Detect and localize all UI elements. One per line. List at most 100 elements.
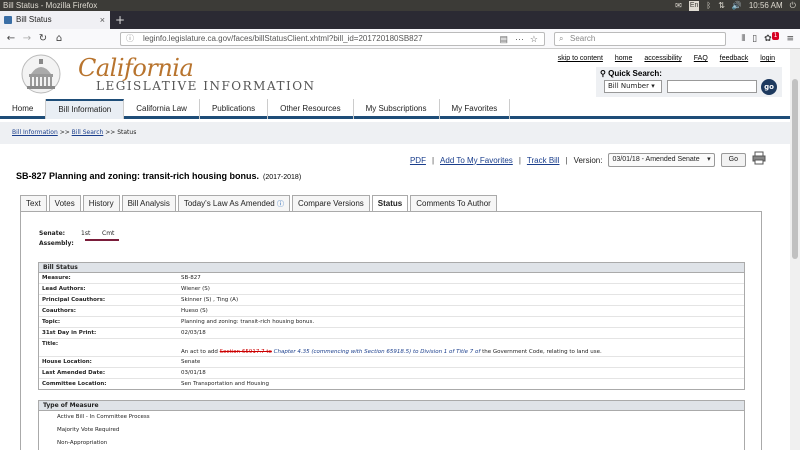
library-icon[interactable]: ⫴ xyxy=(741,32,745,46)
quick-search-type-select[interactable]: Bill Number ▾ xyxy=(604,80,662,93)
favicon-icon xyxy=(4,16,12,24)
breadcrumb-bar: Bill Information >> Bill Search >> Statu… xyxy=(0,122,790,144)
version-go-button[interactable]: Go xyxy=(720,153,746,167)
track-bill-link[interactable]: Track Bill xyxy=(527,156,560,165)
search-icon: ⌕ xyxy=(559,34,564,43)
login-link[interactable]: login xyxy=(760,55,775,62)
breadcrumb: Bill Information >> Bill Search >> Statu… xyxy=(12,129,137,136)
bill-tabs: Text Votes History Bill Analysis Today's… xyxy=(20,195,499,212)
toolbar-right: ⫴ ▯ ✿ 1 ≡ xyxy=(741,32,794,46)
table-row: House Location: Senate xyxy=(39,357,744,368)
tab-history[interactable]: History xyxy=(82,195,120,211)
faq-link[interactable]: FAQ xyxy=(694,55,708,62)
info-icon[interactable]: ⓘ xyxy=(277,201,284,208)
nav-publications[interactable]: Publications xyxy=(200,99,269,119)
feedback-link[interactable]: feedback xyxy=(720,55,748,62)
browser-nav-bar: ← → ↻ ⌂ ⓘ leginfo.legislature.ca.gov/fac… xyxy=(0,29,800,49)
table-row: Lead Authors: Wiener (S) xyxy=(39,284,744,295)
accessibility-link[interactable]: accessibility xyxy=(644,55,681,62)
breadcrumb-bill-information[interactable]: Bill Information xyxy=(12,129,58,136)
nav-home[interactable]: Home xyxy=(0,99,47,119)
forward-icon[interactable]: → xyxy=(20,32,34,46)
senate-progress-bar xyxy=(85,239,119,241)
logo-california[interactable]: California xyxy=(78,54,194,82)
logo-legislative-information[interactable]: LEGISLATIVE INFORMATION xyxy=(96,79,316,93)
table-row: Coauthors: Hueso (S) xyxy=(39,306,744,317)
bill-status-table: Bill Status Measure: SB-827 Lead Authors:… xyxy=(38,262,745,390)
inserted-text: Chapter 4.35 (commencing with Section 65… xyxy=(273,349,481,355)
tab-votes[interactable]: Votes xyxy=(48,195,81,211)
tab-compare-versions[interactable]: Compare Versions xyxy=(291,195,370,211)
table-row: 31st Day in Print: 02/03/18 xyxy=(39,328,744,339)
quick-search-input[interactable] xyxy=(667,80,757,93)
bookmark-star-icon[interactable]: ☆ xyxy=(530,33,538,45)
window-title: Bill Status - Mozilla Firefox xyxy=(3,1,98,10)
clock[interactable]: 10:56 AM xyxy=(749,0,783,11)
home-icon[interactable]: ⌂ xyxy=(52,32,66,46)
breadcrumb-bill-search[interactable]: Bill Search xyxy=(72,129,104,136)
page-actions-icon[interactable]: ⋯ xyxy=(515,33,524,45)
senate-label: Senate: xyxy=(39,230,66,237)
browser-tab-strip: Bill Status × + xyxy=(0,11,800,29)
nav-california-law[interactable]: California Law xyxy=(124,99,200,119)
pdf-link[interactable]: PDF xyxy=(410,156,426,165)
site-info-icon[interactable]: ⓘ xyxy=(126,33,134,45)
tab-comments-to-author[interactable]: Comments To Author xyxy=(410,195,497,211)
status-panel: Senate: 1st Cmt Assembly: Bill Status Me… xyxy=(20,211,762,450)
sidebar-icon[interactable]: ▯ xyxy=(752,32,757,46)
print-icon[interactable] xyxy=(752,151,766,165)
bill-title: SB-827 Planning and zoning: transit-rich… xyxy=(16,171,302,181)
url-bar[interactable]: ⓘ leginfo.legislature.ca.gov/faces/billS… xyxy=(120,32,545,46)
tab-bill-analysis[interactable]: Bill Analysis xyxy=(121,195,176,211)
close-tab-icon[interactable]: × xyxy=(100,11,105,29)
table-row: Topic: Planning and zoning: transit-rich … xyxy=(39,317,744,328)
list-item: Active Bill - In Committee Process xyxy=(57,414,150,420)
reload-icon[interactable]: ↻ xyxy=(36,32,50,46)
type-of-measure-table: Type of Measure Active Bill - In Committ… xyxy=(38,400,745,450)
breadcrumb-status: Status xyxy=(117,129,137,136)
speaker-icon[interactable]: 🔊 xyxy=(732,0,742,11)
tab-text[interactable]: Text xyxy=(20,195,47,211)
quick-search-label: ⚲ Quick Search: xyxy=(600,69,662,78)
page-scrollbar[interactable] xyxy=(790,49,800,450)
menu-icon[interactable]: ≡ xyxy=(786,32,794,46)
nav-other-resources[interactable]: Other Resources xyxy=(268,99,354,119)
quick-search: ⚲ Quick Search: Bill Number ▾ go xyxy=(596,67,782,97)
os-top-bar: Bill Status - Mozilla Firefox ✉ En ᛒ ⇅ 🔊… xyxy=(0,0,800,11)
tab-todays-law[interactable]: Today's Law As Amended ⓘ xyxy=(177,195,290,211)
new-tab-button[interactable]: + xyxy=(115,11,125,29)
bluetooth-icon[interactable]: ᛒ xyxy=(706,0,711,11)
scrollbar-thumb[interactable] xyxy=(792,79,798,259)
search-bar[interactable]: ⌕ Search xyxy=(554,32,726,46)
nav-bill-information[interactable]: Bill Information xyxy=(46,99,125,119)
extension-badge: 1 xyxy=(771,32,780,40)
system-tray: ✉ En ᛒ ⇅ 🔊 10:56 AM ⏻ xyxy=(675,0,796,11)
keyboard-layout[interactable]: En xyxy=(688,1,700,11)
home-link[interactable]: home xyxy=(615,55,633,62)
version-select[interactable]: 03/01/18 - Amended Senate xyxy=(608,153,715,167)
power-icon[interactable]: ⏻ xyxy=(790,0,796,11)
reader-view-icon[interactable]: ▤ xyxy=(499,33,508,45)
session-year: (2017-2018) xyxy=(263,174,302,181)
tab-status[interactable]: Status xyxy=(371,195,409,212)
bill-progress: Senate: 1st Cmt Assembly: xyxy=(39,230,119,250)
network-icon[interactable]: ⇅ xyxy=(718,0,725,11)
assembly-label: Assembly: xyxy=(39,240,74,247)
url-text[interactable]: leginfo.legislature.ca.gov/faces/billSta… xyxy=(143,34,423,43)
quick-search-go-button[interactable]: go xyxy=(761,79,777,95)
table-row: Committee Location: Sen Transportation an… xyxy=(42,381,270,387)
skip-to-content-link[interactable]: skip to content xyxy=(558,55,603,62)
browser-tab[interactable]: Bill Status × xyxy=(0,11,110,29)
main-nav: Home Bill Information California Law Pub… xyxy=(0,99,790,119)
search-icon: ⚲ xyxy=(600,69,609,78)
add-to-favorites-link[interactable]: Add To My Favorites xyxy=(440,156,513,165)
extension-icon[interactable]: ✿ 1 xyxy=(764,32,780,46)
back-icon[interactable]: ← xyxy=(4,32,18,46)
nav-my-subscriptions[interactable]: My Subscriptions xyxy=(354,99,440,119)
capitol-dome-icon[interactable] xyxy=(20,54,62,94)
bill-status-header: Bill Status xyxy=(39,263,744,273)
mail-icon[interactable]: ✉ xyxy=(675,0,682,11)
list-item: Majority Vote Required xyxy=(57,427,120,433)
utility-links: skip to content home accessibility FAQ f… xyxy=(558,55,775,62)
nav-my-favorites[interactable]: My Favorites xyxy=(440,99,511,119)
